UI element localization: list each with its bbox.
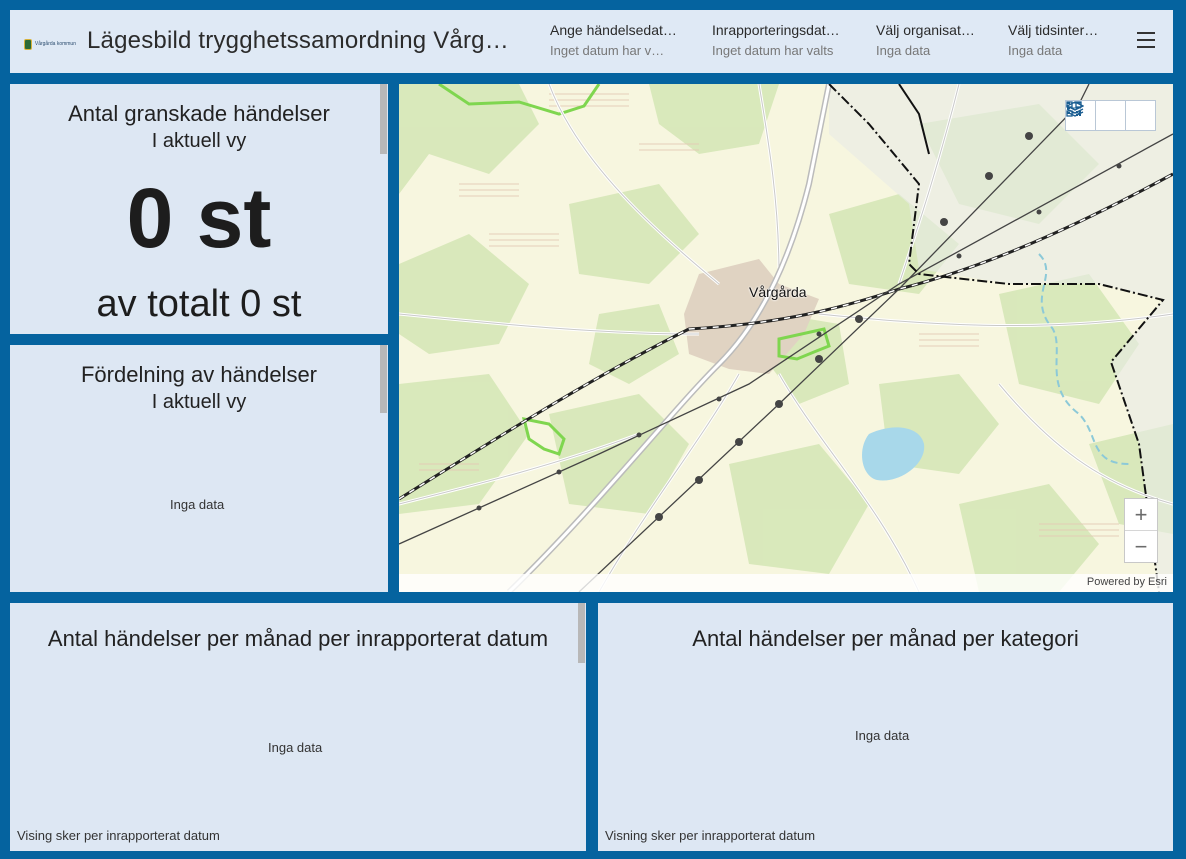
filter-label: Ange händelsedat…	[550, 22, 677, 38]
logo-text: Vårgårda kommun	[34, 41, 76, 47]
municipality-logo: Vårgårda kommun	[24, 38, 76, 50]
filter-value: Inga data	[1008, 43, 1063, 58]
distribution-title: Fördelning av händelser	[80, 362, 318, 387]
distribution-panel: Fördelning av händelser I aktuell vy Ing…	[10, 345, 388, 592]
filter-label: Välj organisat…	[876, 22, 975, 38]
scrollbar-thumb[interactable]	[380, 345, 387, 413]
header-bar: Vårgårda kommun Lägesbild trygghetssamor…	[10, 10, 1173, 73]
indicator-subtitle: I aktuell vy	[151, 130, 247, 152]
chart-footnote: Visning sker per inrapporterat datum	[605, 828, 816, 843]
no-data-text: Inga data	[170, 497, 225, 512]
zoom-control: + −	[1124, 498, 1158, 563]
zoom-out-button[interactable]: −	[1125, 531, 1157, 562]
filter-label: Inrapporteringsdat…	[712, 22, 840, 38]
zoom-in-button[interactable]: +	[1125, 499, 1157, 531]
qr-code-icon[interactable]	[1066, 101, 1155, 130]
basemap	[399, 84, 1173, 592]
monthly-by-report-date-panel: Antal händelser per månad per inrapporte…	[10, 603, 586, 851]
chart-title: Antal händelser per månad per kategori	[692, 626, 1079, 651]
map-view[interactable]: Vårgårda + − Powered by Esri	[399, 84, 1173, 592]
indicator-title: Antal granskade händelser	[68, 101, 330, 126]
map-town-label: Vårgårda	[749, 284, 807, 300]
filter-value: Inget datum har valts	[712, 43, 834, 58]
filter-value: Inga data	[876, 43, 931, 58]
filter-time-interval[interactable]: Välj tidsinter… Inga data	[1008, 22, 1098, 58]
no-data-text: Inga data	[855, 728, 910, 743]
chart-title: Antal händelser per månad per inrapporte…	[47, 626, 549, 651]
scrollbar-thumb[interactable]	[578, 603, 585, 663]
filter-report-date[interactable]: Inrapporteringsdat… Inget datum har valt…	[712, 22, 840, 58]
filter-label: Välj tidsinter…	[1008, 22, 1099, 38]
distribution-subtitle: I aktuell vy	[151, 391, 247, 413]
filter-organisation[interactable]: Välj organisat… Inga data	[876, 22, 975, 58]
dashboard-title: Lägesbild trygghetssamordning Vårg…	[87, 27, 509, 54]
indicator-total: av totalt 0 st	[96, 283, 302, 325]
indicator-panel: Antal granskade händelser I aktuell vy 0…	[10, 84, 388, 334]
scrollbar-thumb[interactable]	[380, 84, 387, 154]
filter-value: Inget datum har v…	[550, 43, 665, 58]
map-attribution: Powered by Esri	[399, 574, 1173, 592]
indicator-value: 0 st	[126, 171, 272, 265]
crest-icon	[24, 38, 32, 50]
hamburger-menu-icon[interactable]	[1137, 32, 1155, 48]
no-data-text: Inga data	[268, 740, 323, 755]
filter-event-date[interactable]: Ange händelsedat… Inget datum har v…	[550, 22, 677, 58]
chart-footnote: Vising sker per inrapporterat datum	[17, 828, 220, 843]
layers-icon[interactable]	[1066, 101, 1126, 130]
map-toolbar	[1065, 100, 1156, 131]
monthly-by-category-panel: Antal händelser per månad per kategori I…	[598, 603, 1173, 851]
